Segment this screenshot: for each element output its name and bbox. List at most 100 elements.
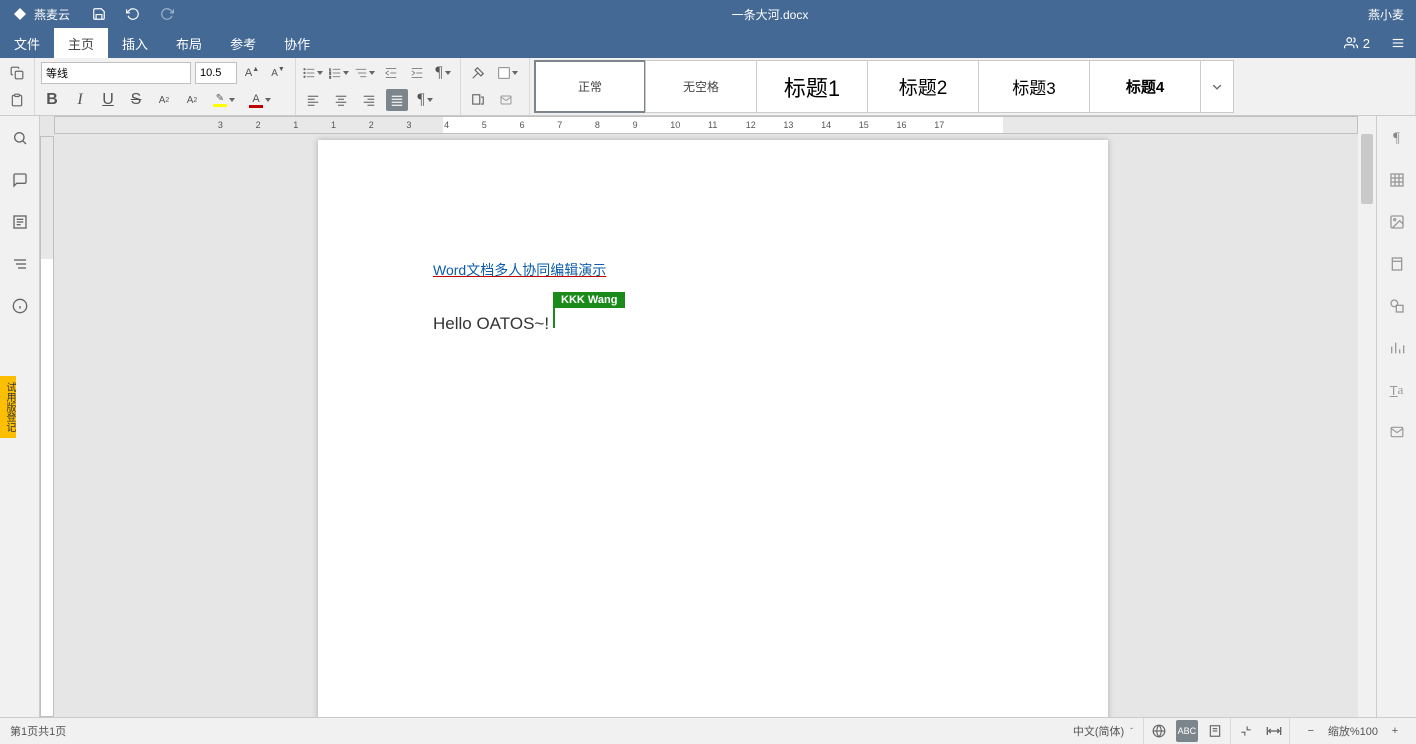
- style-expand-button[interactable]: [1200, 60, 1234, 113]
- tab-layout[interactable]: 布局: [162, 28, 216, 58]
- body-text: Hello OATOS~!: [433, 314, 549, 333]
- align-left-button[interactable]: [302, 89, 324, 111]
- zoom-out-button[interactable]: −: [1300, 720, 1322, 742]
- style-heading3[interactable]: 标题3: [978, 60, 1090, 113]
- svg-text:1: 1: [329, 68, 331, 72]
- paragraph-panel-icon[interactable]: ¶: [1385, 126, 1409, 150]
- font-color-button[interactable]: A: [245, 89, 275, 111]
- collaborator-cursor: KKK Wang: [553, 292, 625, 328]
- style-heading2[interactable]: 标题2: [867, 60, 979, 113]
- style-heading4[interactable]: 标题4: [1089, 60, 1201, 113]
- subscript-button[interactable]: A2: [181, 89, 203, 111]
- textart-panel-icon[interactable]: Ta: [1385, 378, 1409, 402]
- info-icon[interactable]: [8, 294, 32, 318]
- feedback-tab[interactable]: 试用版登记: [0, 376, 16, 438]
- bold-button[interactable]: B: [41, 89, 63, 111]
- current-user[interactable]: 燕小麦: [1356, 6, 1416, 23]
- increase-font-button[interactable]: A▲: [241, 62, 263, 84]
- collaborator-caret: [553, 308, 555, 328]
- decrease-indent-button[interactable]: [380, 62, 402, 84]
- horizontal-ruler[interactable]: 3211234567891011121314151617: [54, 116, 1358, 134]
- font-group: A▲ A▼ B I U S A2 A2 ✎ A: [35, 58, 296, 115]
- tab-home[interactable]: 主页: [54, 28, 108, 58]
- increase-indent-button[interactable]: [406, 62, 428, 84]
- comments-icon[interactable]: [8, 168, 32, 192]
- language-selector[interactable]: 中文(简体)ˇ: [1063, 718, 1144, 744]
- redo-button[interactable]: [150, 0, 184, 28]
- left-sidebar: 试用版登记: [0, 116, 40, 717]
- brand: 燕麦云: [0, 6, 82, 23]
- document-title: 一条大河.docx: [184, 6, 1356, 23]
- align-center-button[interactable]: [330, 89, 352, 111]
- ribbon: A▲ A▼ B I U S A2 A2 ✎ A 123 ¶ ¶: [0, 58, 1416, 116]
- clipboard-group: [0, 58, 35, 115]
- headings-icon[interactable]: [8, 210, 32, 234]
- envelope-button[interactable]: [495, 89, 517, 111]
- document-heading-link[interactable]: Word文档多人协同编辑演示: [433, 262, 606, 278]
- undo-button[interactable]: [116, 0, 150, 28]
- image-panel-icon[interactable]: [1385, 210, 1409, 234]
- document-canvas[interactable]: 3211234567891011121314151617 Word文档多人协同编…: [40, 116, 1376, 717]
- nonprinting-button[interactable]: ¶: [432, 62, 454, 84]
- main-area: 试用版登记 3211234567891011121314151617 Word文…: [0, 116, 1416, 717]
- style-gallery: 正常 无空格 标题1 标题2 标题3 标题4: [530, 58, 1416, 115]
- align-justify-button[interactable]: [386, 89, 408, 111]
- spellcheck-icon[interactable]: [1148, 720, 1170, 742]
- tab-insert[interactable]: 插入: [108, 28, 162, 58]
- presence-indicator[interactable]: 2: [1333, 28, 1380, 58]
- document-body-text[interactable]: Hello OATOS~! KKK Wang: [433, 314, 993, 334]
- clear-format-button[interactable]: [467, 62, 489, 84]
- shading-button[interactable]: [493, 62, 523, 84]
- style-normal[interactable]: 正常: [534, 60, 646, 113]
- font-size-select[interactable]: [195, 62, 237, 84]
- zoom-controls: − 缩放%100 +: [1290, 718, 1416, 744]
- menu-toggle[interactable]: [1380, 28, 1416, 58]
- multilevel-button[interactable]: [354, 62, 376, 84]
- vertical-scrollbar[interactable]: [1358, 116, 1376, 717]
- page-indicator[interactable]: 第1页共1页: [0, 718, 76, 744]
- brand-label: 燕麦云: [34, 6, 70, 23]
- svg-text:3: 3: [329, 75, 331, 79]
- style-nospacing[interactable]: 无空格: [645, 60, 757, 113]
- mailmerge-button[interactable]: [467, 89, 489, 111]
- search-icon[interactable]: [8, 126, 32, 150]
- table-panel-icon[interactable]: [1385, 168, 1409, 192]
- line-spacing-button[interactable]: ¶: [414, 89, 436, 111]
- edit-group: [461, 58, 530, 115]
- font-family-select[interactable]: [41, 62, 191, 84]
- fit-width-icon[interactable]: [1263, 720, 1285, 742]
- underline-button[interactable]: U: [97, 89, 119, 111]
- trackchanges-icon[interactable]: ABC: [1176, 720, 1198, 742]
- copy-button[interactable]: [6, 62, 28, 84]
- zoom-in-button[interactable]: +: [1384, 720, 1406, 742]
- tab-collab[interactable]: 协作: [270, 28, 324, 58]
- header-panel-icon[interactable]: [1385, 252, 1409, 276]
- status-bar: 第1页共1页 中文(简体)ˇ ABC − 缩放%100 +: [0, 717, 1416, 744]
- vertical-ruler[interactable]: [40, 136, 54, 717]
- highlight-button[interactable]: ✎: [209, 89, 239, 111]
- doclock-icon[interactable]: [1204, 720, 1226, 742]
- decrease-font-button[interactable]: A▼: [267, 62, 289, 84]
- fit-page-icon[interactable]: [1235, 720, 1257, 742]
- signature-panel-icon[interactable]: [1385, 420, 1409, 444]
- tab-references[interactable]: 参考: [216, 28, 270, 58]
- paragraph-group: 123 ¶ ¶: [296, 58, 461, 115]
- bullets-button[interactable]: [302, 62, 324, 84]
- svg-text:2: 2: [329, 72, 331, 76]
- navigation-icon[interactable]: [8, 252, 32, 276]
- chart-panel-icon[interactable]: [1385, 336, 1409, 360]
- shape-panel-icon[interactable]: [1385, 294, 1409, 318]
- italic-button[interactable]: I: [69, 89, 91, 111]
- paste-button[interactable]: [6, 89, 28, 111]
- align-right-button[interactable]: [358, 89, 380, 111]
- superscript-button[interactable]: A2: [153, 89, 175, 111]
- save-button[interactable]: [82, 0, 116, 28]
- numbering-button[interactable]: 123: [328, 62, 350, 84]
- ribbon-tabs: 文件 主页 插入 布局 参考 协作 2: [0, 28, 1416, 58]
- title-bar: 燕麦云 一条大河.docx 燕小麦: [0, 0, 1416, 28]
- style-heading1[interactable]: 标题1: [756, 60, 868, 113]
- page[interactable]: Word文档多人协同编辑演示 Hello OATOS~! KKK Wang: [318, 140, 1108, 717]
- zoom-label[interactable]: 缩放%100: [1328, 723, 1378, 739]
- tab-file[interactable]: 文件: [0, 28, 54, 58]
- strike-button[interactable]: S: [125, 89, 147, 111]
